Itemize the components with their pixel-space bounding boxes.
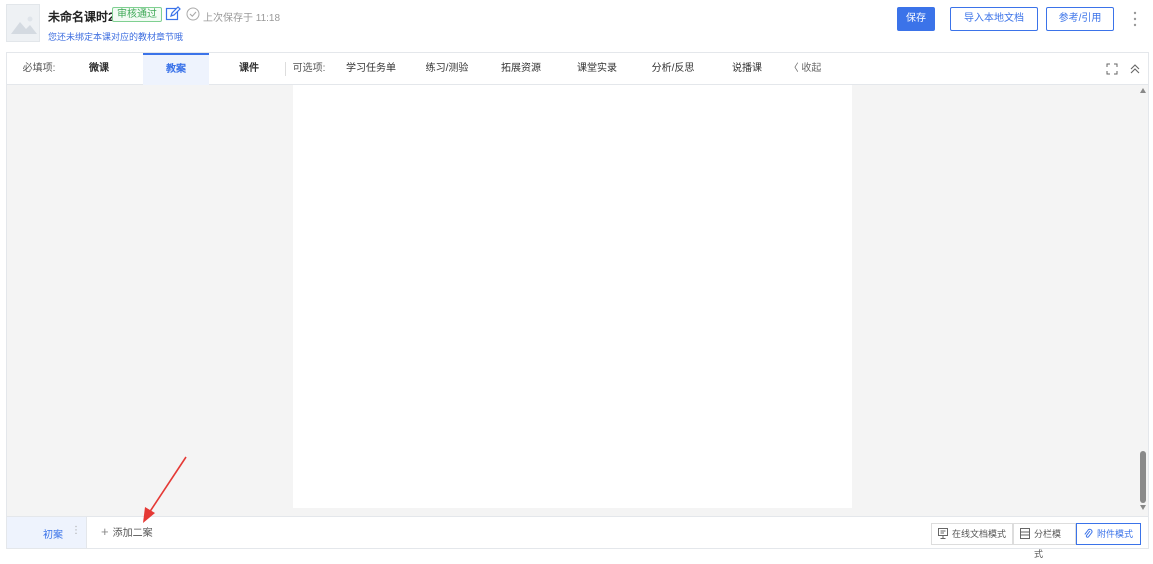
double-chevron-up-icon[interactable] [1129, 62, 1141, 76]
header: 未命名课时2 审核通过 上次保存于 11:18 您还未绑定本课对应的教材章节哦 … [0, 0, 1153, 48]
tab-analysis[interactable]: 分析/反思 [645, 53, 701, 85]
add-second-plan-button[interactable]: + 添加二案 [101, 524, 153, 539]
reference-button[interactable]: 参考/引用 [1046, 7, 1114, 31]
tab-class-record[interactable]: 课堂实录 [571, 53, 623, 85]
plan-tab-more-icon[interactable]: ⋮ [71, 525, 81, 536]
online-doc-mode-label: 在线文档模式 [952, 529, 1007, 539]
scroll-down-arrow-icon[interactable] [1140, 505, 1146, 510]
collapse-tabs-button[interactable]: 〈 收起 [785, 53, 825, 85]
status-badge: 审核通过 [112, 7, 162, 22]
image-placeholder-icon [11, 16, 37, 34]
tab-extension[interactable]: 拓展资源 [495, 53, 547, 85]
section-tabs: 必填项: 微课 教案 课件 可选项: 学习任务单 练习/测验 拓展资源 课堂实录… [7, 53, 1148, 85]
import-local-doc-button[interactable]: 导入本地文档 [950, 7, 1038, 31]
lesson-thumbnail [6, 4, 40, 42]
tab-courseware[interactable]: 课件 [229, 53, 269, 85]
tab-divider [285, 62, 286, 76]
tab-lesson-plan[interactable]: 教案 [143, 53, 209, 85]
split-mode-button[interactable]: 分栏模式 [1013, 523, 1076, 559]
scroll-up-arrow-icon[interactable] [1140, 88, 1146, 93]
plus-icon: + [101, 524, 109, 539]
lesson-title: 未命名课时2 [48, 10, 115, 24]
last-saved-text: 上次保存于 11:18 [203, 13, 281, 24]
monitor-icon [938, 528, 948, 539]
paperclip-icon [1084, 528, 1093, 538]
attachment-mode-label: 附件模式 [1097, 529, 1134, 539]
document-page[interactable] [293, 85, 852, 508]
tab-exercise[interactable]: 练习/测验 [419, 53, 475, 85]
optional-label: 可选项: [292, 63, 326, 74]
bind-chapter-link[interactable]: 您还未绑定本课对应的教材章节哦 [48, 30, 183, 43]
edit-icon[interactable] [165, 6, 181, 22]
editor-frame: 必填项: 微课 教案 课件 可选项: 学习任务单 练习/测验 拓展资源 课堂实录… [6, 52, 1149, 559]
required-label: 必填项: [22, 63, 56, 74]
add-plan-label: 添加二案 [112, 528, 153, 539]
plan-tab-label: 初案 [43, 530, 63, 541]
document-area [7, 85, 1148, 516]
split-mode-label: 分栏模式 [1034, 529, 1062, 559]
save-button[interactable]: 保存 [897, 7, 935, 31]
attachment-mode-button[interactable]: 附件模式 [1076, 523, 1141, 545]
fullscreen-icon[interactable] [1106, 63, 1118, 75]
tab-micro-lesson[interactable]: 微课 [79, 53, 119, 85]
plan-version-bar: 初案 ⋮ + 添加二案 在线文档模式 分栏模式 附件模式 [7, 516, 1148, 559]
tab-task-sheet[interactable]: 学习任务单 [341, 53, 401, 85]
online-doc-mode-button[interactable]: 在线文档模式 [931, 523, 1013, 545]
tab-presentation[interactable]: 说播课 [725, 53, 769, 85]
saved-check-icon [186, 7, 200, 21]
more-vertical-icon[interactable] [1131, 9, 1139, 29]
columns-icon [1020, 528, 1030, 539]
plan-tab-first[interactable]: 初案 ⋮ [7, 517, 87, 548]
vertical-scrollbar[interactable] [1140, 451, 1146, 503]
